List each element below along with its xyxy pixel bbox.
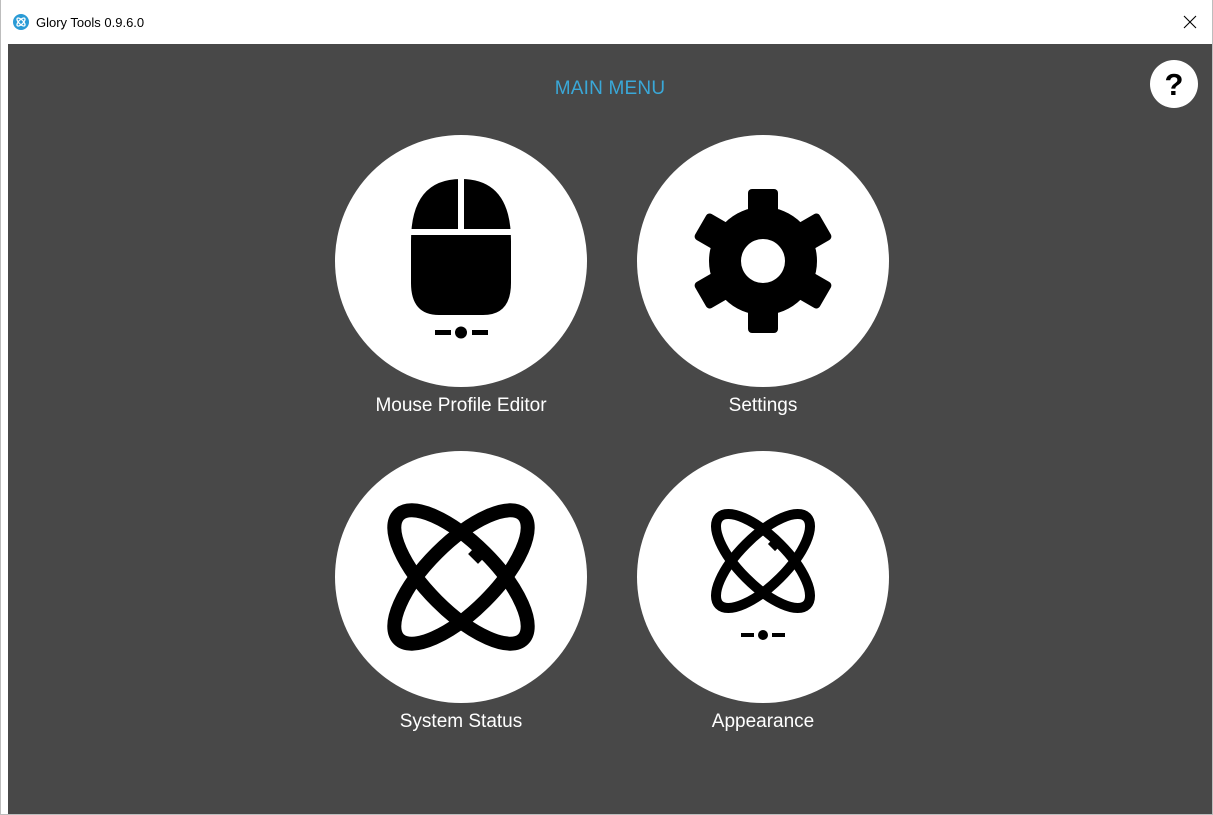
close-icon	[1183, 15, 1197, 29]
close-button[interactable]	[1168, 0, 1212, 44]
help-button[interactable]: ?	[1150, 60, 1198, 108]
main-menu-panel: MAIN MENU ? Mouse Profile Editor Setting…	[8, 44, 1212, 814]
tile-circle	[335, 451, 587, 703]
gear-icon	[694, 189, 832, 333]
page-title: MAIN MENU	[554, 78, 666, 99]
tile-circle	[335, 135, 587, 387]
window-title: Glory Tools 0.9.6.0	[36, 15, 145, 30]
tile-circle	[637, 135, 889, 387]
glory-logo-icon	[387, 503, 535, 651]
appearance-button[interactable]: Appearance	[637, 451, 889, 732]
app-logo-icon	[13, 14, 29, 30]
settings-button[interactable]: Settings	[637, 135, 889, 416]
mouse-icon	[411, 179, 511, 339]
tile-label: Appearance	[711, 711, 815, 732]
system-status-button[interactable]: System Status	[335, 451, 587, 732]
title-bar: Glory Tools 0.9.6.0	[1, 0, 1212, 44]
app-window: Glory Tools 0.9.6.0 MAIN MENU ? Mouse Pr…	[0, 0, 1213, 815]
mouse-profile-editor-button[interactable]: Mouse Profile Editor	[335, 135, 587, 416]
glory-logo-slider-icon	[710, 508, 816, 640]
help-icon: ?	[1165, 67, 1184, 102]
tile-label: Mouse Profile Editor	[375, 395, 547, 416]
tile-label: System Status	[399, 711, 523, 732]
tile-label: Settings	[728, 395, 798, 416]
tile-circle	[637, 451, 889, 703]
